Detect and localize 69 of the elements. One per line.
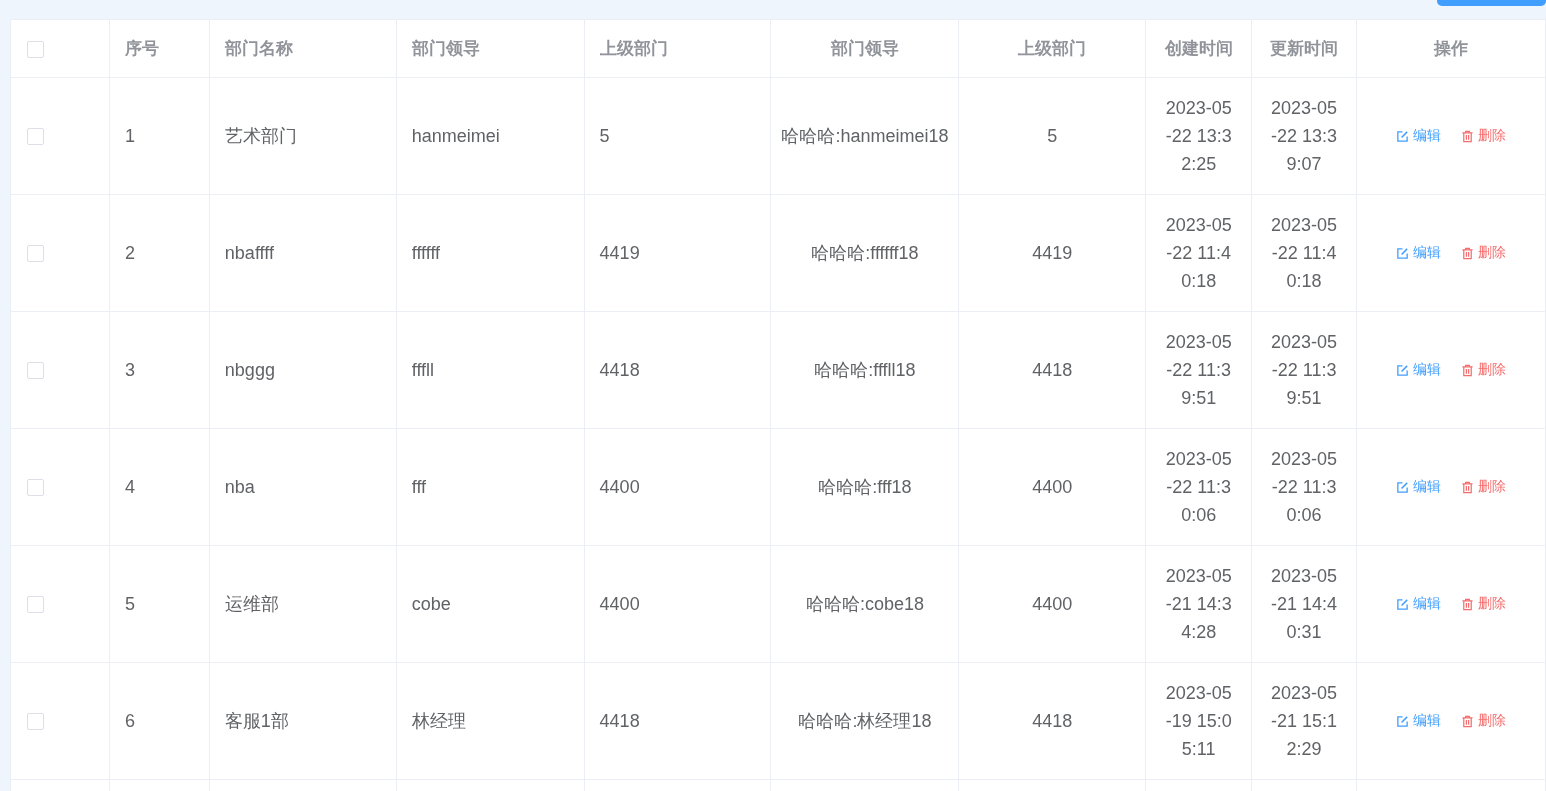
table-cell-text: 6 xyxy=(124,710,135,733)
table-cell-text: 4418 xyxy=(599,359,640,382)
table-cell-text: 2023-05-21 14:34:28 xyxy=(1164,565,1233,644)
table-cell-text: nba xyxy=(224,476,255,499)
column-header: 部门领导 xyxy=(830,39,899,58)
table-cell-text: nbaffff xyxy=(224,242,274,265)
table-cell-text: nbggg xyxy=(224,359,275,382)
table-cell-text: 林经理 xyxy=(411,710,466,733)
table-cell-text: 哈哈哈:hanmeimei18 xyxy=(781,125,949,148)
table-cell-text: 5 xyxy=(1047,125,1058,148)
table-cell-text: 2023-05-22 13:39:07 xyxy=(1270,97,1339,176)
table-cell-text: 哈哈哈:ffffff18 xyxy=(811,242,919,265)
table-cell-text: 4418 xyxy=(1032,710,1073,733)
table-cell-text: 4400 xyxy=(1032,476,1073,499)
table-cell-text: 5 xyxy=(124,593,135,616)
table-cell-text: 2023-05-21 14:40:31 xyxy=(1270,565,1339,644)
delete-link[interactable]: 删除 xyxy=(1461,361,1507,379)
table-cell-text: 4419 xyxy=(1032,242,1073,265)
table-cell-text: 艺术部门 xyxy=(224,125,297,148)
edit-link[interactable]: 编辑 xyxy=(1396,361,1442,379)
delete-link[interactable]: 删除 xyxy=(1461,478,1507,496)
table-cell-text: 2023-05-22 11:40:18 xyxy=(1164,214,1233,293)
edit-link[interactable]: 编辑 xyxy=(1396,244,1442,262)
table-cell-text: 2023-05-21 15:12:29 xyxy=(1270,682,1339,761)
table-cell-text: 4400 xyxy=(599,476,640,499)
table-cell-text: 4418 xyxy=(1032,359,1073,382)
table-cell-text: 哈哈哈:林经理18 xyxy=(798,710,932,733)
delete-link[interactable]: 删除 xyxy=(1461,127,1507,145)
table-cell-text: 1 xyxy=(124,125,135,148)
table-cell-text: 4418 xyxy=(599,710,640,733)
table-cell-text: 哈哈哈:fff18 xyxy=(818,476,912,499)
table-cell-text: fffll xyxy=(411,359,435,382)
table-cell-text: cobe xyxy=(411,593,451,616)
column-header: 上级部门 xyxy=(599,39,668,58)
table-cell-text: 2023-05-22 11:40:18 xyxy=(1270,214,1339,293)
column-header: 更新时间 xyxy=(1270,39,1339,58)
table-cell-text: 4400 xyxy=(599,593,640,616)
table-cell-text: 3 xyxy=(124,359,135,382)
column-header: 序号 xyxy=(124,39,159,58)
table-cell-text: 运维部 xyxy=(224,593,279,616)
delete-link[interactable]: 删除 xyxy=(1461,712,1507,730)
table-cell-text: hanmeimei xyxy=(411,125,500,148)
delete-link[interactable]: 删除 xyxy=(1461,595,1507,613)
table-cell-text: 哈哈哈:cobe18 xyxy=(805,593,924,616)
table-cell-text: 2023-05-22 11:39:51 xyxy=(1270,331,1339,410)
table-cell-text: 4 xyxy=(124,476,135,499)
table-cell-text: fff xyxy=(411,476,427,499)
table-cell-text: ffffff xyxy=(411,242,441,265)
table-cell-text: 2023-05-22 11:30:06 xyxy=(1270,448,1339,527)
edit-link[interactable]: 编辑 xyxy=(1396,478,1442,496)
column-header: 部门名称 xyxy=(224,39,293,58)
edit-link[interactable]: 编辑 xyxy=(1396,595,1442,613)
table-cell-text: 5 xyxy=(599,125,610,148)
column-header: 上级部门 xyxy=(1018,39,1087,58)
table-cell-text: 2 xyxy=(124,242,135,265)
edit-link[interactable]: 编辑 xyxy=(1396,127,1442,145)
table-cell-text: 4400 xyxy=(1032,593,1073,616)
delete-link[interactable]: 删除 xyxy=(1461,244,1507,262)
table-cell-text: 客服1部 xyxy=(224,710,289,733)
column-header: 部门领导 xyxy=(411,39,480,58)
table-cell-text: 2023-05-19 15:05:11 xyxy=(1164,682,1233,761)
table-cell-text: 2023-05-22 11:39:51 xyxy=(1164,331,1233,410)
column-header: 操作 xyxy=(1434,39,1469,58)
table-cell-text: 哈哈哈:fffll18 xyxy=(814,359,916,382)
table-cell-text: 2023-05-22 11:30:06 xyxy=(1164,448,1233,527)
column-header: 创建时间 xyxy=(1164,39,1233,58)
table-cell-text: 4419 xyxy=(599,242,640,265)
edit-link[interactable]: 编辑 xyxy=(1396,712,1442,730)
table-cell-text: 2023-05-22 13:32:25 xyxy=(1164,97,1233,176)
